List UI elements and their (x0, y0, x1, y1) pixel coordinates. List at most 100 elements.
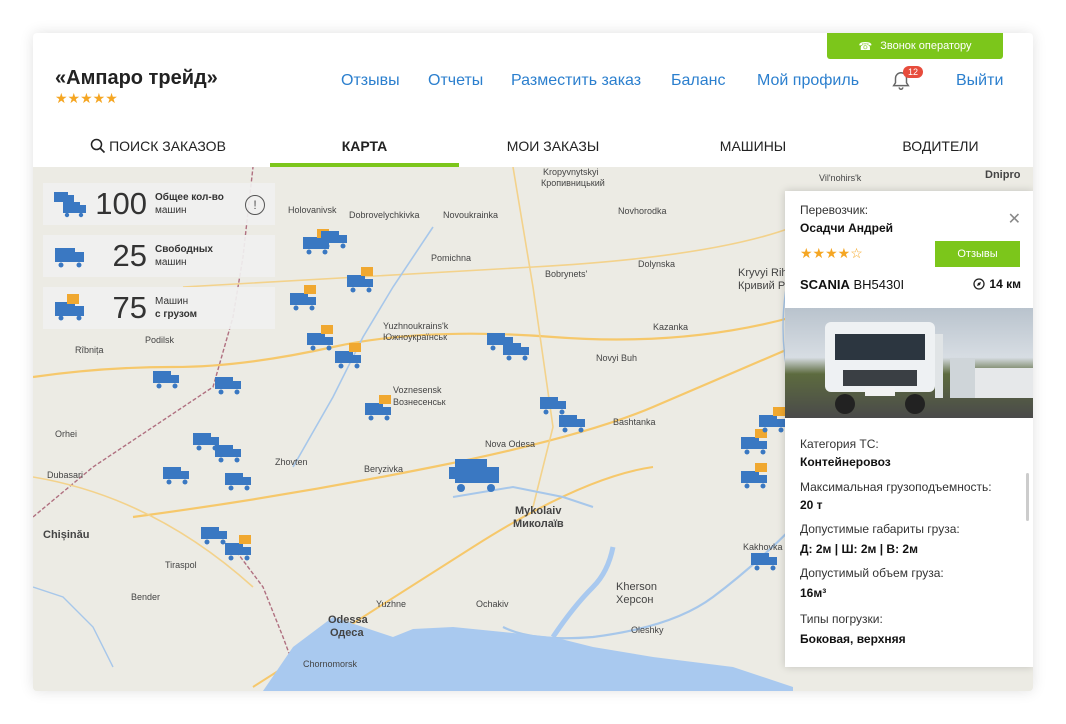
selected-truck-marker[interactable] (449, 457, 501, 495)
map-label: Yuzhne (376, 599, 407, 609)
carrier-name: Осадчи Андрей (800, 221, 894, 235)
compass-icon (973, 278, 986, 290)
close-icon[interactable]: ✕ (1008, 209, 1021, 229)
nav-reviews[interactable]: Отзывы (341, 72, 400, 90)
truck-marker[interactable] (319, 223, 351, 251)
tab-vehicles-label: МАШИНЫ (719, 138, 787, 154)
truck-cargo-marker[interactable] (363, 395, 395, 423)
truck-cargo-marker[interactable] (333, 343, 365, 371)
nav-reports[interactable]: Отчеты (428, 72, 483, 90)
category-label: Категория ТС: (800, 437, 879, 451)
truck-marker[interactable] (161, 459, 193, 487)
map-label: Holovanivsk (288, 205, 337, 215)
truck-marker[interactable] (501, 335, 533, 363)
map-label: Херсон (616, 594, 654, 606)
map-label: Novhorodka (618, 206, 667, 216)
logout-link[interactable]: Выйти (956, 72, 1003, 90)
volume-value: 16м³ (800, 586, 827, 600)
tab-drivers-label: ВОДИТЕЛИ (902, 138, 979, 154)
truck-cargo-marker[interactable] (288, 285, 320, 313)
carrier-rating: ★★★★☆ (800, 245, 863, 261)
map-label: Кропивницький (541, 178, 605, 188)
map-label: Ochakiv (476, 599, 509, 609)
map-label: Миколаїв (513, 518, 564, 530)
nav-place-order[interactable]: Разместить заказ (511, 72, 641, 90)
map-label: Bobrynets' (545, 269, 588, 279)
map-label: Pomichna (431, 253, 472, 263)
map-label: Zhovten (275, 457, 308, 467)
call-operator-label: Звонок оператору (880, 40, 972, 52)
search-icon (90, 138, 106, 154)
tab-vehicles[interactable]: МАШИНЫ (673, 125, 833, 167)
stat-free-number: 25 (112, 238, 147, 273)
truck-image (825, 322, 1033, 414)
stat-free-line1: Свободных (155, 244, 213, 255)
truck-cargo-marker[interactable] (345, 267, 377, 295)
stat-loaded-number: 75 (112, 290, 147, 325)
truck-marker[interactable] (213, 369, 245, 397)
category-value: Контейнеровоз (800, 455, 891, 469)
stat-total-line2: машин (155, 205, 187, 216)
dimensions-value: Д: 2м | Ш: 2м | В: 2м (800, 542, 918, 556)
map-label: Dnipro (985, 169, 1021, 181)
tab-drivers[interactable]: ВОДИТЕЛИ (863, 125, 1018, 167)
truck-marker[interactable] (223, 465, 255, 493)
map-label: Voznesensk (393, 385, 442, 395)
trucks-icon (54, 192, 86, 218)
truck-icon (55, 248, 84, 268)
truck-photo (785, 308, 1033, 418)
map-label: Beryzivka (364, 464, 404, 474)
map-label: Kryvyi Rih (738, 267, 788, 279)
map-label: Nova Odesa (485, 439, 536, 449)
call-operator-button[interactable]: ☎ Звонок оператору (827, 33, 1003, 59)
vehicle-detail-panel: ✕ Перевозчик: Осадчи Андрей ★★★★☆ Отзывы… (785, 191, 1033, 667)
stat-total-vehicles: 100 Общее кол-во машин ! (43, 183, 275, 225)
reviews-button[interactable]: Отзывы (935, 241, 1020, 267)
stat-loaded-label: Машин с грузом (155, 295, 197, 321)
stat-free-line2: машин (155, 257, 187, 268)
dimensions-label: Допустимые габариты груза: (800, 522, 960, 536)
app-window: ☎ Звонок оператору «Ампаро трейд» ★★★★★ … (33, 33, 1033, 691)
map-label: Podilsk (145, 335, 175, 345)
stat-total-label: Общее кол-во машин (155, 191, 224, 217)
map-label: Chișinău (43, 529, 90, 541)
truck-marker[interactable] (151, 363, 183, 391)
truck-cargo-marker[interactable] (223, 535, 255, 563)
map-label: Кривий Ріг (738, 280, 792, 292)
nav-balance[interactable]: Баланс (671, 72, 725, 90)
truck-plate: ВН5430І (853, 277, 905, 292)
map-label: Вознесенськ (393, 397, 446, 407)
truck-cargo-marker[interactable] (739, 463, 771, 491)
stat-loaded-line1: Машин (155, 296, 189, 307)
payload-label: Максимальная грузоподъемность: (800, 480, 992, 494)
tab-my-orders-label: МОИ ЗАКАЗЫ (506, 138, 600, 154)
company-rating: ★★★★★ (55, 90, 118, 106)
truck-model: SCANIA (800, 277, 850, 292)
map-label: Odessa (328, 614, 368, 626)
truck-marker[interactable] (557, 407, 589, 435)
map-label: Kazanka (653, 322, 689, 332)
truck-title: SCANIA ВН5430І (800, 277, 904, 292)
panel-scrollbar[interactable] (1026, 473, 1029, 521)
tab-my-orders[interactable]: МОИ ЗАКАЗЫ (473, 125, 633, 167)
stat-free-vehicles: 25 Свободных машин (43, 235, 275, 277)
truck-marker[interactable] (749, 545, 781, 573)
stat-total-number: 100 (95, 186, 147, 221)
map-label: Yuzhnoukrains'k (383, 321, 449, 331)
company-brand: «Ампаро трейд» ★★★★★ (55, 67, 218, 107)
info-icon[interactable]: ! (245, 195, 265, 215)
phone-icon: ☎ (858, 40, 873, 53)
nav-my-profile[interactable]: Мой профиль (757, 72, 859, 90)
tab-map[interactable]: КАРТА (270, 125, 459, 167)
map-label: Oleshky (631, 625, 664, 635)
map-label: Dolynska (638, 259, 676, 269)
tab-map-label: КАРТА (341, 138, 388, 154)
truck-cargo-icon (55, 294, 84, 321)
tab-search-orders[interactable]: ПОИСК ЗАКАЗОВ (73, 125, 243, 167)
truck-marker[interactable] (213, 437, 245, 465)
map-label: Novyi Buh (596, 353, 638, 363)
map-label: Dobrovelychkivka (349, 210, 420, 220)
stat-loaded-vehicles: 75 Машин с грузом (43, 287, 275, 329)
stat-loaded-line2: с грузом (155, 309, 198, 320)
map-label: Одеса (330, 627, 364, 639)
